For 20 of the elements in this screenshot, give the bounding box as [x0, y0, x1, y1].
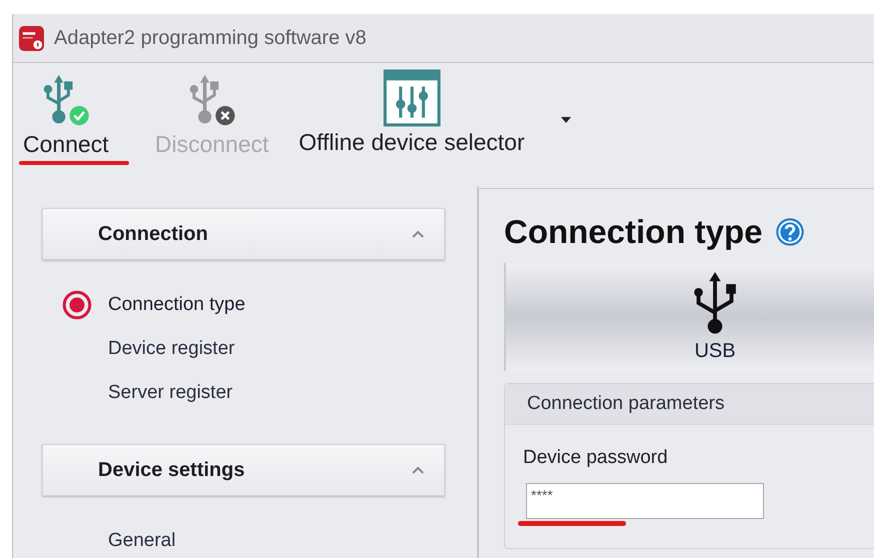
page-heading: Connection type	[504, 213, 763, 251]
group-title: Connection parameters	[527, 393, 724, 415]
usb-option-button[interactable]: USB	[504, 263, 874, 371]
sliders-icon	[382, 69, 441, 127]
section-header[interactable]: Connection	[42, 208, 445, 260]
sidebar-item[interactable]: Device register	[108, 338, 235, 360]
window-title: Adapter2 programming software v8	[54, 26, 366, 50]
field-label: Device password	[523, 447, 668, 469]
dropdown-caret-icon[interactable]	[560, 117, 571, 123]
sidebar-item[interactable]: Server register	[108, 382, 233, 404]
usb-cross-icon	[188, 73, 236, 127]
section-header[interactable]: Device settings	[42, 444, 445, 496]
help-icon[interactable]	[774, 217, 805, 247]
sidebar-item[interactable]: General	[108, 530, 176, 552]
sidebar-item[interactable]: Connection type	[108, 294, 246, 316]
device-selector-button[interactable]: Offline device selector	[294, 73, 529, 156]
password-field[interactable]: ****	[526, 483, 764, 519]
usb-check-icon	[42, 73, 90, 127]
connect-button[interactable]: Connect	[19, 73, 113, 158]
app-logo-icon	[19, 26, 44, 50]
